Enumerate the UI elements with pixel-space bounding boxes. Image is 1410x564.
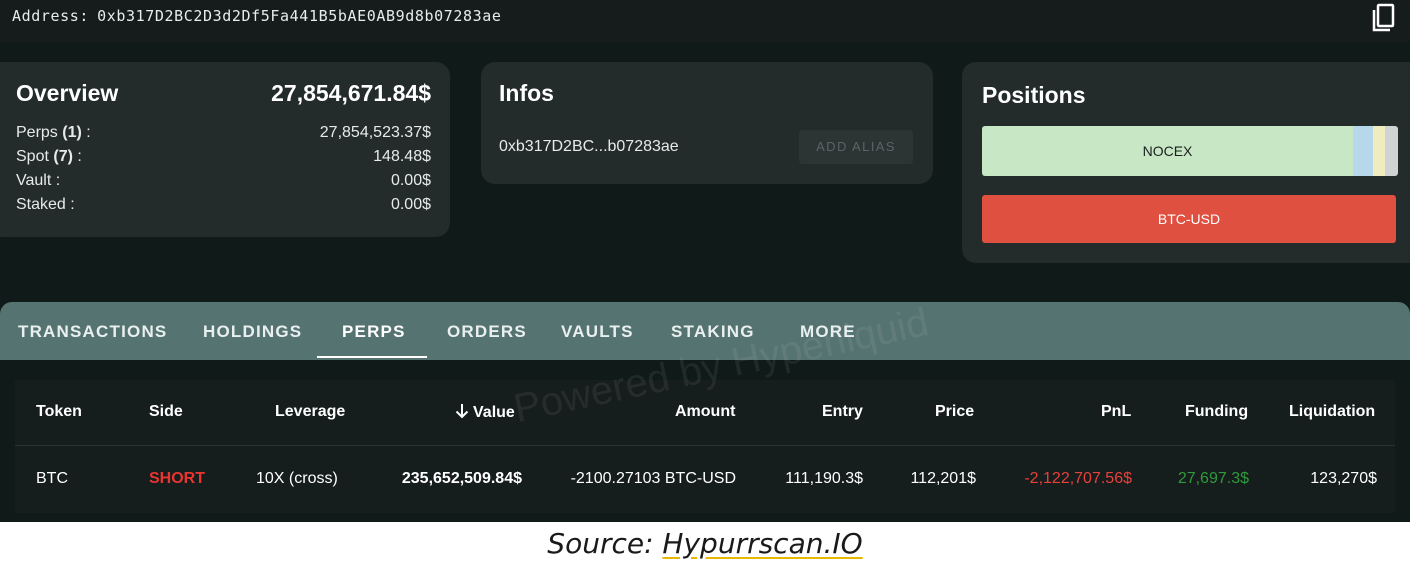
column-header-side[interactable]: Side bbox=[149, 403, 183, 421]
row-label-text: Perps bbox=[16, 124, 58, 141]
column-header-liquidation[interactable]: Liquidation bbox=[1289, 403, 1375, 421]
overview-row-value: 0.00$ bbox=[390, 172, 431, 189]
cell-leverage: 10X (cross) bbox=[256, 470, 338, 487]
column-header-amount[interactable]: Amount bbox=[675, 403, 735, 421]
position-bar-nocex-label: NOCEX bbox=[982, 126, 1353, 176]
tab-staking[interactable]: STAKING bbox=[671, 302, 755, 360]
table-row[interactable]: BTC SHORT 10X (cross) 235,652,509.84$ -2… bbox=[15, 447, 1395, 513]
column-header-price[interactable]: Price bbox=[935, 403, 974, 421]
cell-token: BTC bbox=[36, 470, 68, 487]
row-label-count: (7) bbox=[53, 148, 73, 165]
positions-card: Positions NOCEX BTC-USD bbox=[962, 62, 1410, 263]
column-header-leverage[interactable]: Leverage bbox=[275, 403, 345, 421]
tab-perps[interactable]: PERPS bbox=[342, 302, 406, 360]
column-header-funding[interactable]: Funding bbox=[1185, 403, 1248, 421]
address-display[interactable]: Address: 0xb317D2BC2D3d2Df5Fa441B5bAE0AB9… bbox=[12, 7, 502, 25]
source-caption: Source: Hypurrscan.IO bbox=[0, 527, 1410, 560]
overview-title: Overview bbox=[16, 80, 119, 106]
address-label: Address bbox=[12, 7, 80, 25]
tab-transactions[interactable]: TRANSACTIONS bbox=[18, 302, 167, 360]
arrow-down-icon bbox=[455, 403, 469, 424]
column-header-entry[interactable]: Entry bbox=[822, 403, 863, 421]
row-label-suffix: : bbox=[81, 124, 91, 141]
tab-orders[interactable]: ORDERS bbox=[447, 302, 527, 360]
overview-row-label: Staked : bbox=[16, 196, 75, 213]
tab-more[interactable]: MORE bbox=[800, 302, 856, 360]
cell-value: 235,652,509.84$ bbox=[401, 470, 522, 487]
row-label-count: (1) bbox=[62, 124, 82, 141]
overview-card: Overview 27,854,671.84$ Perps (1) : 27,8… bbox=[0, 62, 450, 237]
infos-card: Infos 0xb317D2BC...b07283ae ADD ALIAS bbox=[481, 62, 933, 184]
infos-title: Infos bbox=[499, 80, 554, 106]
cell-price: 112,201$ bbox=[910, 470, 976, 487]
add-alias-button[interactable]: ADD ALIAS bbox=[799, 130, 913, 164]
source-link[interactable]: Hypurrscan.IO bbox=[662, 527, 862, 560]
infos-short-address: 0xb317D2BC...b07283ae bbox=[499, 138, 679, 155]
position-bar-segment[interactable] bbox=[1373, 126, 1385, 176]
address-bar: Address: 0xb317D2BC2D3d2Df5Fa441B5bAE0AB9… bbox=[0, 0, 1410, 42]
copy-icon[interactable] bbox=[1368, 2, 1400, 34]
overview-row-staked: Staked : 0.00$ bbox=[16, 196, 431, 218]
overview-row-value: 0.00$ bbox=[390, 196, 431, 213]
column-header-pnl[interactable]: PnL bbox=[1101, 403, 1131, 421]
row-label-suffix: : bbox=[72, 148, 82, 165]
address-value: 0xb317D2BC2D3d2Df5Fa441B5bAE0AB9d8b07283… bbox=[97, 7, 502, 25]
column-header-token[interactable]: Token bbox=[36, 403, 82, 421]
positions-title: Positions bbox=[982, 82, 1086, 108]
tabs-bar: TRANSACTIONS HOLDINGS PERPS ORDERS VAULT… bbox=[0, 302, 1410, 360]
overview-row-perps: Perps (1) : 27,854,523.37$ bbox=[16, 124, 431, 146]
position-bar-segment[interactable] bbox=[1353, 126, 1373, 176]
address-colon: : bbox=[79, 7, 90, 25]
overview-row-value: 148.48$ bbox=[373, 148, 431, 165]
row-label-text: Spot bbox=[16, 148, 49, 165]
overview-total-value: 27,854,671.84$ bbox=[271, 80, 431, 106]
caption-prefix: Source: bbox=[547, 527, 663, 560]
overview-row-label: Perps (1) : bbox=[16, 124, 91, 142]
overview-row-vault: Vault : 0.00$ bbox=[16, 172, 431, 194]
table-header: Token Side Leverage Value Amount Entry P… bbox=[15, 380, 1395, 446]
cell-pnl: -2,122,707.56$ bbox=[1024, 470, 1132, 487]
perps-table: Token Side Leverage Value Amount Entry P… bbox=[15, 380, 1395, 513]
column-header-value-label: Value bbox=[473, 404, 515, 421]
column-header-value[interactable]: Value bbox=[455, 403, 515, 424]
position-bar-nocex[interactable]: NOCEX bbox=[982, 126, 1398, 176]
tab-holdings[interactable]: HOLDINGS bbox=[203, 302, 302, 360]
overview-row-value: 27,854,523.37$ bbox=[319, 124, 431, 141]
cell-liquidation: 123,270$ bbox=[1310, 470, 1377, 487]
overview-row-label: Vault : bbox=[16, 172, 61, 189]
cell-entry: 111,190.3$ bbox=[785, 470, 863, 487]
cell-funding: 27,697.3$ bbox=[1177, 470, 1249, 487]
overview-row-label: Spot (7) : bbox=[16, 148, 82, 166]
position-bar-segment[interactable] bbox=[1385, 126, 1398, 176]
tab-vaults[interactable]: VAULTS bbox=[561, 302, 634, 360]
active-tab-indicator bbox=[317, 356, 427, 358]
cell-amount: -2100.27103 BTC-USD bbox=[570, 470, 736, 487]
app-window: Address: 0xb317D2BC2D3d2Df5Fa441B5bAE0AB9… bbox=[0, 0, 1410, 522]
cell-side: SHORT bbox=[149, 470, 205, 487]
overview-row-spot: Spot (7) : 148.48$ bbox=[16, 148, 431, 170]
position-bar-btc-usd[interactable]: BTC-USD bbox=[982, 195, 1396, 243]
